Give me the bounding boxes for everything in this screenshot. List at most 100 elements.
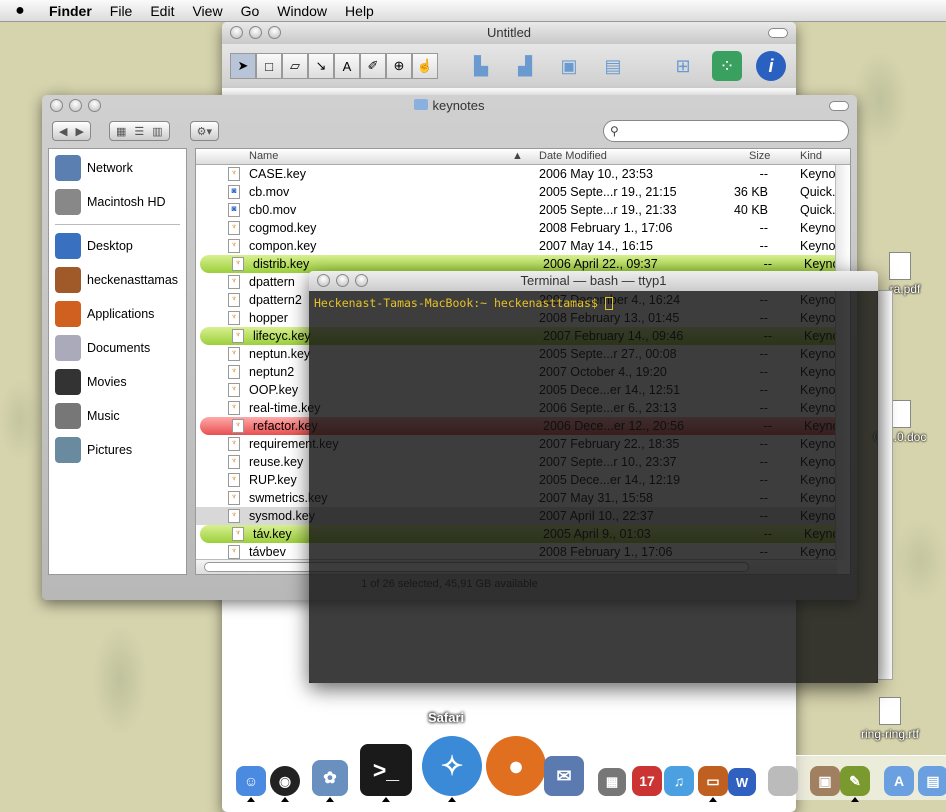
sidebar-item-heckenasttamas[interactable]: heckenasttamas <box>55 267 178 293</box>
sidebar-item-network[interactable]: Network <box>55 155 133 181</box>
list-view-icon[interactable]: ☰ <box>134 125 144 138</box>
column-kind[interactable]: Kind <box>800 150 822 162</box>
sidebar-item-applications[interactable]: Applications <box>55 301 154 327</box>
action-menu-button[interactable]: ⚙▾ <box>189 121 220 141</box>
file-kind: Keyno <box>800 167 836 181</box>
dock-applications-folder-icon[interactable]: A <box>884 766 914 796</box>
keynote-file-icon: ♆ <box>232 527 244 541</box>
menu-edit[interactable]: Edit <box>141 3 183 19</box>
desktop-icon <box>55 233 81 259</box>
hand-tool[interactable]: ☝ <box>412 53 438 79</box>
bring-front-icon[interactable]: ▙ <box>466 51 496 81</box>
dock-documents-folder-icon[interactable]: ▤ <box>918 766 946 796</box>
stencils-icon[interactable]: ⁘ <box>712 51 742 81</box>
file-row[interactable]: ♆ CASE.key 2006 May 10., 23:53 -- Keyno <box>196 165 836 183</box>
music-icon <box>55 403 81 429</box>
minimize-button[interactable] <box>336 274 349 287</box>
file-name: hopper <box>249 311 288 325</box>
documents-icon <box>55 335 81 361</box>
close-button[interactable] <box>230 26 243 39</box>
dock-finder-icon[interactable]: ☺ <box>236 766 266 796</box>
column-name[interactable]: Name <box>249 150 278 162</box>
pointer-tool[interactable]: ➤ <box>230 53 256 79</box>
menu-window[interactable]: Window <box>268 3 336 19</box>
dock-dashboard-icon[interactable]: ◉ <box>270 766 300 796</box>
sidebar-item-movies[interactable]: Movies <box>55 369 127 395</box>
file-row[interactable]: ◙ cb0.mov 2005 Septe...r 19., 21:33 40 KB Qu… <box>196 201 836 219</box>
menu-view[interactable]: View <box>183 3 231 19</box>
menu-go[interactable]: Go <box>232 3 269 19</box>
dock-firefox-icon[interactable]: ● <box>486 736 546 796</box>
vertical-scrollbar[interactable] <box>877 290 893 680</box>
back-icon[interactable]: ◀ <box>59 125 67 138</box>
finder-title-bar[interactable]: keynotes <box>42 95 857 117</box>
column-size[interactable]: Size <box>749 150 770 162</box>
column-view-icon[interactable]: ▥ <box>152 125 162 138</box>
back-forward-buttons[interactable]: ◀ ▶ <box>52 121 91 141</box>
menu-finder[interactable]: Finder <box>40 3 101 19</box>
style-brush-tool[interactable]: ✐ <box>360 53 386 79</box>
forward-icon[interactable]: ▶ <box>75 125 83 138</box>
untitled-title-bar[interactable]: Untitled <box>222 22 796 44</box>
sidebar-item-documents[interactable]: Documents <box>55 335 150 361</box>
info-icon[interactable]: i <box>756 51 786 81</box>
toolbar-toggle-button[interactable] <box>829 101 849 111</box>
keynote-file-icon: ♆ <box>228 437 240 451</box>
dock-ical-icon[interactable]: 17 <box>632 766 662 796</box>
dock-omnigraffle-icon[interactable]: ✎ <box>840 766 870 796</box>
column-date-modified[interactable]: Date Modified <box>539 150 607 162</box>
file-row[interactable]: ◙ cb.mov 2005 Septe...r 19., 21:15 36 KB Qui… <box>196 183 836 201</box>
dock-system-preferences-icon[interactable] <box>768 766 798 796</box>
terminal-title-bar[interactable]: Terminal — bash — ttyp1 <box>309 271 878 291</box>
sidebar-item-desktop[interactable]: Desktop <box>55 233 133 259</box>
apple-menu-icon[interactable]: ● <box>0 2 40 20</box>
minimize-button[interactable] <box>69 99 82 112</box>
desktop-icon-rtf[interactable]: ring-ring.rtf <box>845 697 935 741</box>
file-kind: Quick. <box>800 203 836 217</box>
file-size: -- <box>759 239 768 253</box>
terminal-console[interactable]: Heckenast-Tamas-MacBook:~ heckenasttamas… <box>309 291 878 683</box>
icon-view-icon[interactable]: ▦ <box>116 125 126 138</box>
file-date-modified: 2007 May 14., 16:15 <box>539 239 653 253</box>
sidebar-item-macintosh-hd[interactable]: Macintosh HD <box>55 189 166 215</box>
menu-help[interactable]: Help <box>336 3 383 19</box>
zoom-button[interactable] <box>355 274 368 287</box>
window-controls <box>230 26 281 39</box>
diagram-layout-icon[interactable]: ⊞ <box>668 51 698 81</box>
shape-tool[interactable]: ▱ <box>282 53 308 79</box>
sidebar-item-music[interactable]: Music <box>55 403 120 429</box>
sidebar-item-label: Macintosh HD <box>87 195 166 209</box>
text-tool[interactable]: A <box>334 53 360 79</box>
dock-installer-icon[interactable]: ▣ <box>810 766 840 796</box>
file-name: CASE.key <box>249 167 306 181</box>
zoom-button[interactable] <box>88 99 101 112</box>
sidebar-item-pictures[interactable]: Pictures <box>55 437 132 463</box>
search-field[interactable]: ⚲ <box>603 120 849 142</box>
close-button[interactable] <box>50 99 63 112</box>
dock-iphoto-icon[interactable]: ✿ <box>312 760 348 796</box>
align-icon[interactable]: ▤ <box>598 51 628 81</box>
terminal-window: Terminal — bash — ttyp1 Heckenast-Tamas-… <box>309 271 878 683</box>
close-button[interactable] <box>317 274 330 287</box>
zoom-tool[interactable]: ⊕ <box>386 53 412 79</box>
view-mode-buttons[interactable]: ▦ ☰ ▥ <box>108 121 170 141</box>
minimize-button[interactable] <box>249 26 262 39</box>
line-tool[interactable]: ↘ <box>308 53 334 79</box>
finder-sidebar: Network Macintosh HD Desktop heckenasttamas… <box>48 148 187 575</box>
menu-file[interactable]: File <box>101 3 142 19</box>
file-row[interactable]: ♆ compon.key 2007 May 14., 16:15 -- Keyno <box>196 237 836 255</box>
file-row[interactable]: ♆ cogmod.key 2008 February 1., 17:06 -- Keyn… <box>196 219 836 237</box>
dock-word-icon[interactable]: W <box>728 768 756 796</box>
toolbar-toggle-button[interactable] <box>768 28 788 38</box>
keynote-file-icon: ♆ <box>228 311 240 325</box>
dock-terminal-icon[interactable]: >_ <box>360 744 412 796</box>
send-back-icon[interactable]: ▟ <box>510 51 540 81</box>
dock-itunes-icon[interactable]: ♫ <box>664 766 694 796</box>
dock-safari-icon[interactable]: ✧ <box>422 736 482 796</box>
dock-keynote-icon[interactable]: ▭ <box>698 766 728 796</box>
rectangle-tool[interactable]: □ <box>256 53 282 79</box>
group-icon[interactable]: ▣ <box>554 51 584 81</box>
dock-calculator-icon[interactable]: ▦ <box>598 768 626 796</box>
dock-mail-icon[interactable]: ✉ <box>544 756 584 796</box>
zoom-button[interactable] <box>268 26 281 39</box>
